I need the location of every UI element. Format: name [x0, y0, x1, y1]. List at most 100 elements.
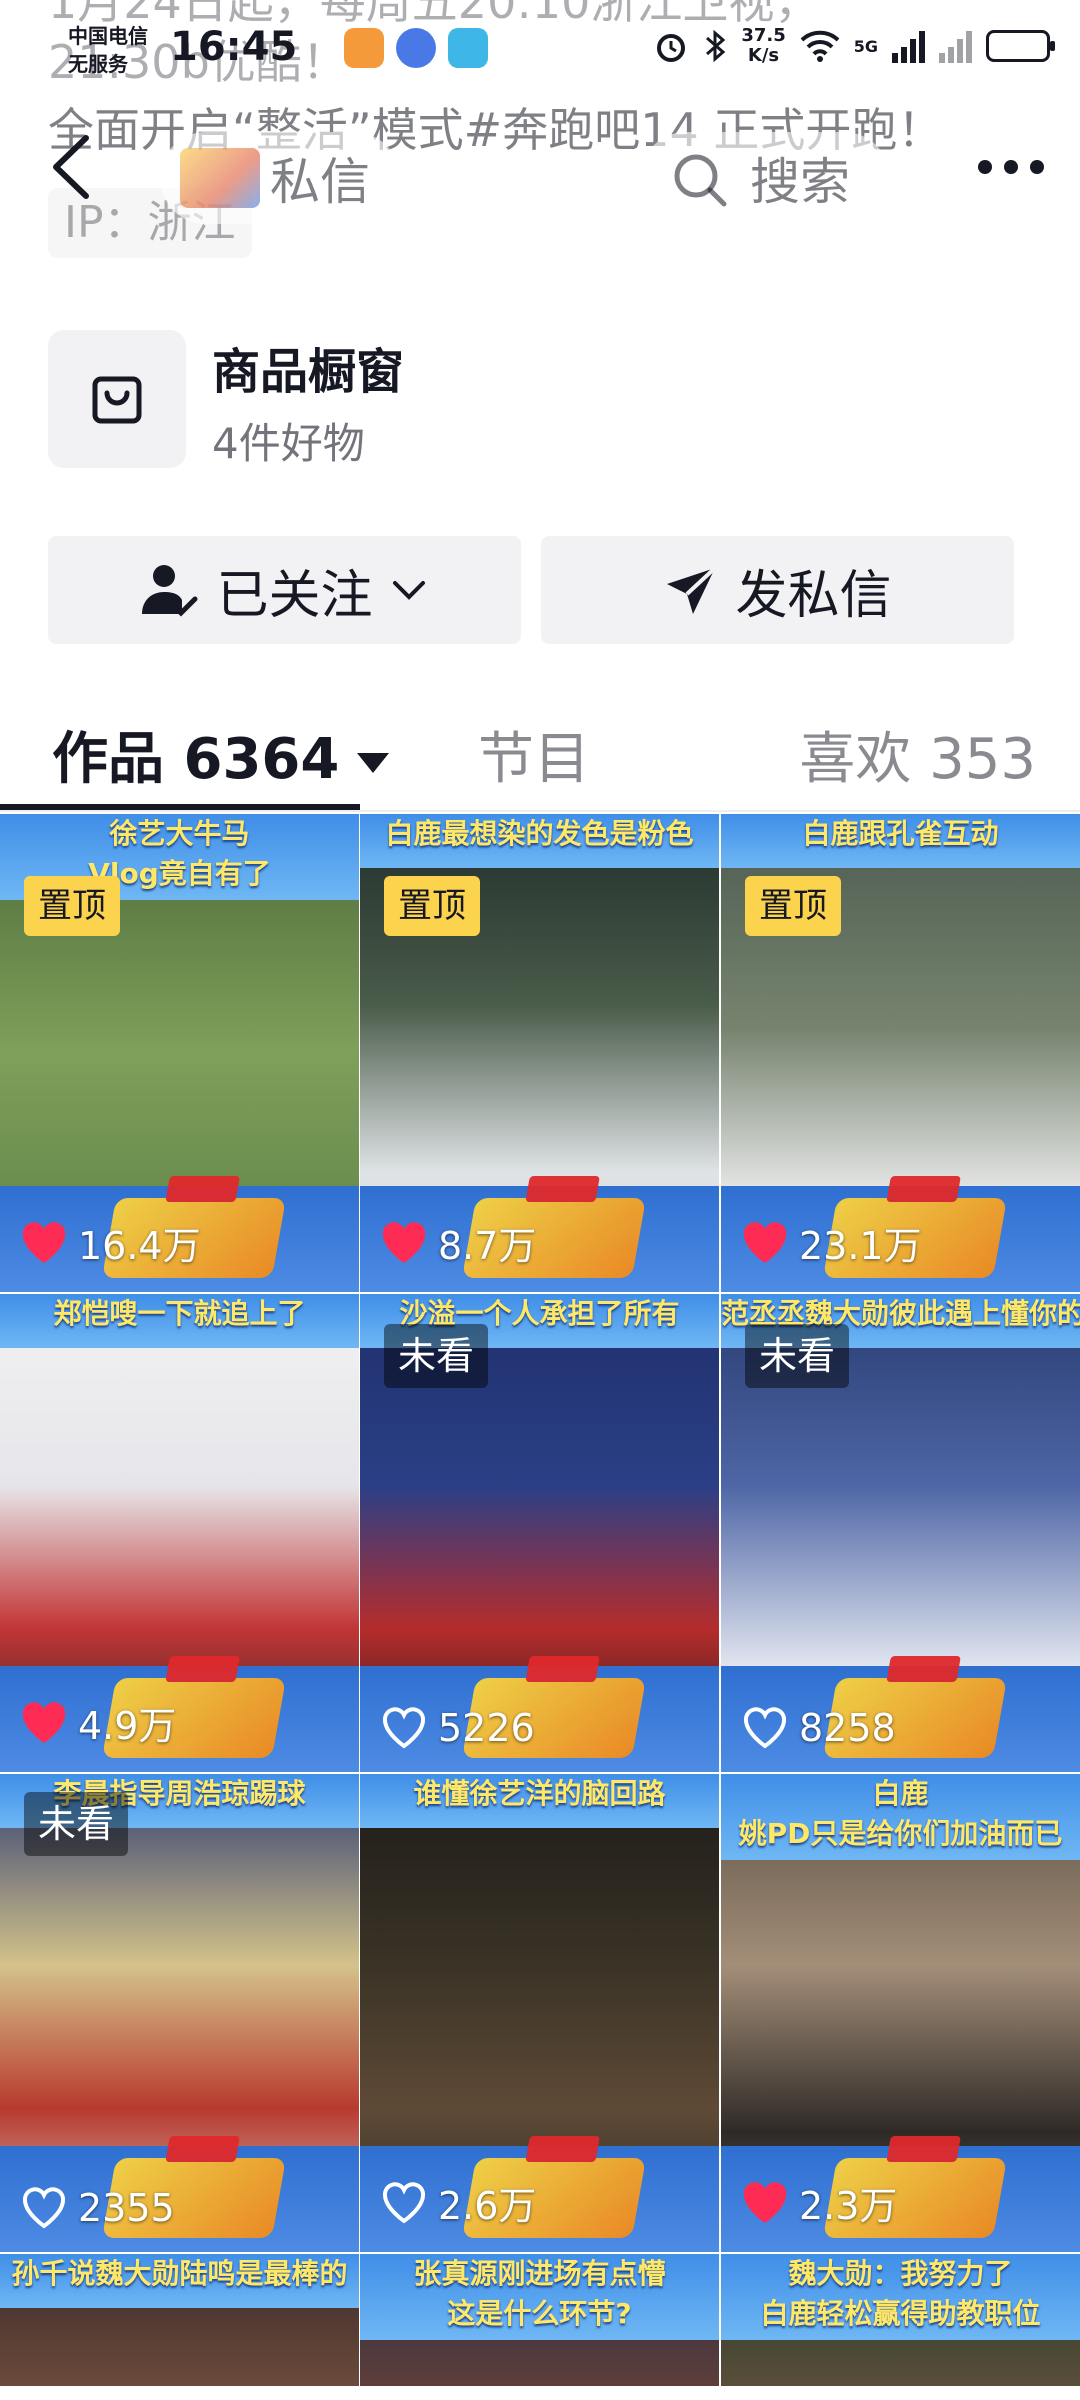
like-count-value: 16.4万: [78, 1224, 201, 1268]
video-card[interactable]: 白鹿姚PD只是给你们加油而已 2.3万: [721, 1774, 1080, 2252]
shopping-bag-icon: [92, 376, 142, 424]
video-caption-line-1: 白鹿跟孔雀互动: [802, 817, 999, 850]
video-caption-line-2: 姚PD只是给你们加油而已: [738, 1817, 1063, 1850]
tab-likes[interactable]: 喜欢 353: [799, 714, 1036, 795]
video-card[interactable]: 孙千说魏大勋陆鸣是最棒的: [0, 2254, 359, 2386]
video-caption: 郑恺嗖一下就追上了: [0, 1294, 359, 1348]
heart-icon: [743, 1221, 787, 1263]
video-card[interactable]: 郑恺嗖一下就追上了 4.9万: [0, 1294, 359, 1772]
wifi-icon: [800, 30, 840, 62]
shop-icon-box: [48, 330, 186, 468]
heart-icon: [382, 1221, 426, 1263]
battery-icon: [986, 30, 1055, 62]
more-icon[interactable]: [978, 160, 1044, 174]
like-count-value: 2355: [78, 2186, 175, 2230]
back-arrow-icon[interactable]: [44, 132, 104, 202]
video-caption-line-1: 白鹿最想染的发色是粉色: [385, 817, 694, 850]
video-caption: 白鹿最想染的发色是粉色: [360, 814, 719, 868]
message-button[interactable]: 私信: [160, 132, 400, 224]
shop-title: 商品橱窗: [212, 344, 405, 400]
video-card[interactable]: 范丞丞魏大勋彼此遇上懂你的人 未看 8258: [721, 1294, 1080, 1772]
like-count: 2.3万: [741, 2175, 897, 2230]
heart-icon: [744, 1707, 786, 1749]
tab-works[interactable]: 作品 6364: [52, 714, 390, 795]
user-check-icon: [142, 565, 198, 617]
heart-icon: [383, 2181, 425, 2223]
send-icon: [667, 566, 717, 614]
signal-icon: [892, 29, 925, 63]
top-nav: 私信 搜索: [0, 110, 1080, 230]
video-card[interactable]: 白鹿跟孔雀互动置顶 23.1万: [721, 814, 1080, 1292]
heart-icon: [743, 2181, 787, 2223]
send-message-button[interactable]: 发私信: [541, 536, 1014, 644]
pinned-badge: 置顶: [24, 876, 120, 936]
video-caption-line-1: 白鹿: [872, 1777, 929, 1810]
signal-icon-secondary: [939, 29, 972, 63]
video-caption-line-1: 徐艺大牛马: [109, 817, 250, 850]
video-caption: 白鹿姚PD只是给你们加油而已: [721, 1774, 1080, 1860]
like-count: 23.1万: [741, 1215, 922, 1270]
like-count: 5226: [380, 1706, 535, 1750]
follow-status-button[interactable]: 已关注: [48, 536, 521, 644]
video-card[interactable]: 谁懂徐艺洋的脑回路 2.6万: [360, 1774, 719, 2252]
video-caption-line-2: 白鹿轻松赢得助教职位: [760, 2297, 1041, 2330]
follow-status-label: 已关注: [216, 565, 373, 626]
video-card[interactable]: 徐艺大牛马 Vlog竟自有了 置顶 16.4万: [0, 814, 359, 1292]
network-speed: 37.5 K/s: [741, 26, 785, 66]
video-caption-line-1: 孙千说魏大勋陆鸣是最棒的: [11, 2257, 348, 2290]
status-time: 16:45: [170, 24, 298, 70]
unwatched-badge: 未看: [24, 1792, 129, 1856]
like-count-value: 5226: [438, 1706, 535, 1750]
like-count: 4.9万: [20, 1695, 176, 1750]
message-label: 私信: [270, 153, 370, 211]
shop-subtitle: 4件好物: [212, 419, 365, 468]
video-caption-line-1: 张真源刚进场有点懵: [413, 2257, 666, 2290]
like-count-value: 4.9万: [78, 1704, 177, 1748]
app-notification-icon: [344, 28, 384, 68]
shop-window[interactable]: 商品橱窗 4件好物: [48, 330, 1032, 470]
video-caption-line-1: 谁懂徐艺洋的脑回路: [413, 1777, 666, 1810]
video-caption-line-1: 郑恺嗖一下就追上了: [53, 1297, 306, 1330]
like-count: 2.6万: [380, 2175, 536, 2230]
video-card[interactable]: 张真源刚进场有点懵 这是什么环节?: [360, 2254, 719, 2386]
like-count: 8.7万: [380, 1215, 536, 1270]
tab-programs[interactable]: 节目: [478, 714, 590, 795]
status-bar: 中国电信 无服务 16:45 37.5 K/s 5G: [0, 0, 1080, 100]
like-count: 16.4万: [20, 1215, 201, 1270]
video-card[interactable]: 魏大勋：我努力了 白鹿轻松赢得助教职位: [721, 2254, 1080, 2386]
heart-icon: [383, 1707, 425, 1749]
chevron-down-icon: [392, 581, 425, 600]
like-count-value: 2.6万: [438, 2184, 537, 2228]
search-label: 搜索: [750, 153, 850, 211]
heart-icon: [22, 1701, 66, 1743]
unwatched-badge: 未看: [384, 1324, 489, 1388]
alarm-icon: [657, 34, 686, 62]
like-count: 8258: [741, 1706, 896, 1750]
profile-tabs: 作品 6364 节目 喜欢 353: [0, 700, 1080, 812]
system-status-icons: 37.5 K/s 5G: [653, 26, 1055, 66]
tabs-divider: [0, 810, 1080, 812]
like-count-value: 23.1万: [799, 1224, 922, 1268]
video-card[interactable]: 白鹿最想染的发色是粉色置顶 8.7万: [360, 814, 719, 1292]
pinned-badge: 置顶: [745, 876, 841, 936]
video-caption-line-2: 这是什么环节?: [447, 2297, 632, 2330]
carrier-name: 中国电信: [68, 24, 148, 48]
pinned-badge: 置顶: [384, 876, 480, 936]
search-button[interactable]: 搜索: [640, 132, 890, 224]
caret-down-icon: [357, 752, 390, 773]
unwatched-badge: 未看: [745, 1324, 850, 1388]
video-caption: 谁懂徐艺洋的脑回路: [360, 1774, 719, 1828]
video-caption: 孙千说魏大勋陆鸣是最棒的: [0, 2254, 359, 2308]
heart-icon: [23, 2187, 65, 2229]
app-notification-icon: [448, 28, 488, 68]
search-icon: [674, 154, 727, 207]
notification-icons: [344, 28, 488, 68]
message-thumbnail: [180, 148, 260, 208]
video-caption: 魏大勋：我努力了 白鹿轻松赢得助教职位: [721, 2254, 1080, 2340]
video-card[interactable]: 李晨指导周浩琼踢球 未看 2355: [0, 1774, 359, 2252]
heart-icon: [22, 1221, 66, 1263]
tab-works-label: 作品 6364: [52, 727, 340, 792]
carrier-service: 无服务: [68, 52, 128, 76]
network-speed-value: 37.5: [741, 25, 786, 46]
video-card[interactable]: 沙溢一个人承担了所有 未看 5226: [360, 1294, 719, 1772]
